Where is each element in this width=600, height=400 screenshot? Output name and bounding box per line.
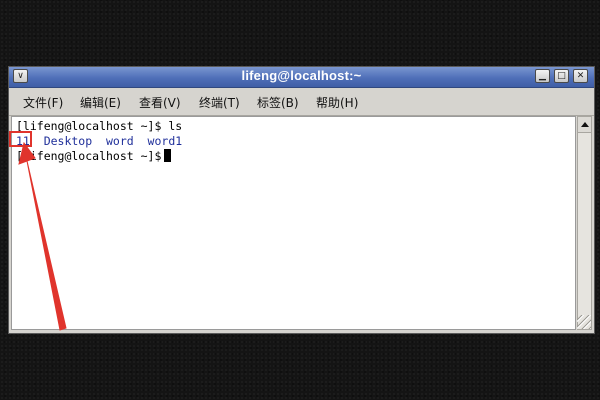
close-button[interactable]: ✕ — [573, 69, 588, 83]
ls-output-line: 11 Desktop word word1 — [16, 134, 183, 148]
title-bar[interactable]: ∨ lifeng@localhost:~ ▁ □ ✕ — [9, 67, 594, 88]
menu-tabs[interactable]: 标签(B) — [257, 94, 299, 111]
vertical-scrollbar[interactable] — [577, 116, 592, 330]
menu-view[interactable]: 查看(V) — [139, 94, 181, 111]
terminal-output[interactable]: [lifeng@localhost ~]$ ls 11 Desktop word… — [11, 116, 576, 330]
minimize-button[interactable]: ▁ — [535, 69, 550, 83]
menu-edit[interactable]: 编辑(E) — [80, 94, 121, 111]
maximize-icon: □ — [557, 71, 566, 81]
resize-grip-icon[interactable] — [577, 315, 591, 329]
maximize-button[interactable]: □ — [554, 69, 569, 83]
menu-terminal[interactable]: 终端(T) — [199, 94, 240, 111]
menu-bar: 文件(F) 编辑(E) 查看(V) 终端(T) 标签(B) 帮助(H) — [9, 88, 594, 116]
terminal-window: ∨ lifeng@localhost:~ ▁ □ ✕ 文件(F) 编辑(E) 查… — [8, 66, 595, 334]
prompt-text: [lifeng@localhost ~]$ — [16, 149, 162, 163]
menu-file[interactable]: 文件(F) — [23, 94, 63, 111]
text-cursor — [164, 149, 172, 162]
window-title: lifeng@localhost:~ — [241, 68, 362, 83]
scroll-up-arrow-icon[interactable] — [578, 117, 591, 133]
highlight-box — [9, 131, 32, 147]
minimize-icon: ▁ — [539, 71, 546, 81]
menu-help[interactable]: 帮助(H) — [316, 94, 358, 111]
prompt-line-ls: [lifeng@localhost ~]$ ls — [16, 119, 183, 133]
prompt-line-current: [lifeng@localhost ~]$ — [16, 149, 172, 163]
close-icon: ✕ — [576, 71, 585, 81]
